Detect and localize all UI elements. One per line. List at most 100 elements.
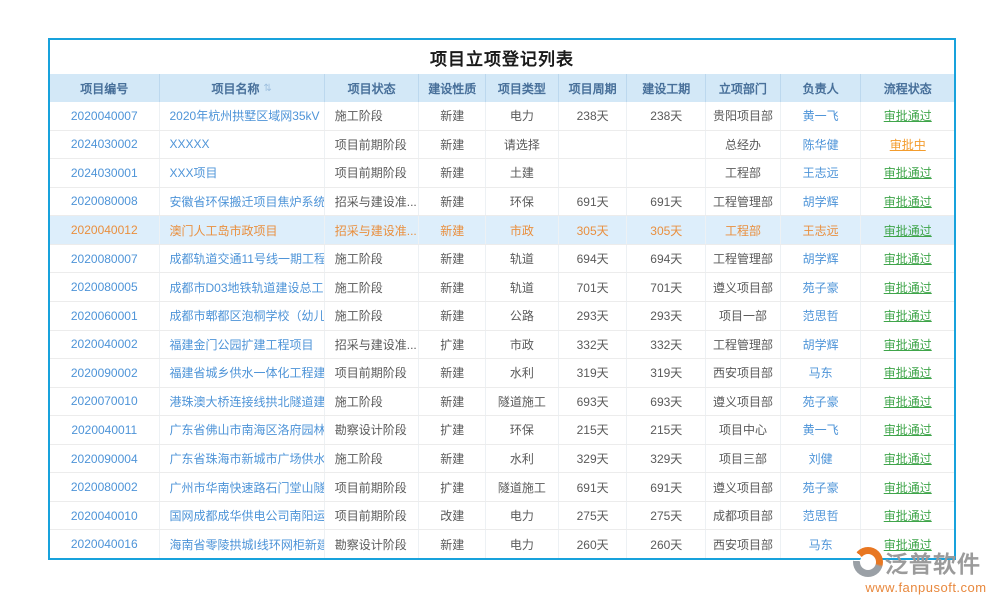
table-row[interactable]: 2020080008安徽省环保搬迁项目焦炉系统工程...招采与建设准...新建环… — [50, 188, 954, 217]
cell-no[interactable]: 2020080007 — [50, 245, 160, 273]
cell-nature: 新建 — [419, 131, 486, 159]
cell-owner[interactable]: 黄一飞 — [781, 416, 862, 444]
cell-name[interactable]: 成都市D03地铁轨道建设总工程项目 — [160, 273, 325, 301]
cell-owner[interactable]: 范思哲 — [781, 302, 862, 330]
cell-nature: 新建 — [419, 530, 486, 558]
table-row[interactable]: 2020080005成都市D03地铁轨道建设总工程项目施工阶段新建轨道701天7… — [50, 273, 954, 302]
cell-name[interactable]: 广州市华南快速路石门堂山隧道扩... — [160, 473, 325, 501]
cell-owner[interactable]: 胡学辉 — [781, 188, 862, 216]
cell-nature: 新建 — [419, 159, 486, 187]
table-row[interactable]: 2024030002XXXXX项目前期阶段新建请选择总经办陈华健审批中 — [50, 131, 954, 160]
cell-name[interactable]: 福建省城乡供水一体化工程建设项目 — [160, 359, 325, 387]
cell-owner[interactable]: 苑子豪 — [781, 273, 862, 301]
cell-type: 隧道施工 — [486, 388, 559, 416]
cell-no[interactable]: 2020090002 — [50, 359, 160, 387]
table-row[interactable]: 2020060001成都市郫都区泡桐学校（幼儿园）...施工阶段新建公路293天… — [50, 302, 954, 331]
cell-dept: 贵阳项目部 — [706, 102, 781, 130]
cell-no[interactable]: 2020080002 — [50, 473, 160, 501]
table-row[interactable]: 2020090004广东省珠海市新城市广场供水项目施工阶段新建水利329天329… — [50, 445, 954, 474]
cell-no[interactable]: 2020040007 — [50, 102, 160, 130]
cell-duration — [627, 131, 706, 159]
cell-type: 土建 — [486, 159, 559, 187]
cell-flow[interactable]: 审批通过 — [861, 502, 954, 530]
cell-name[interactable]: 成都市郫都区泡桐学校（幼儿园）... — [160, 302, 325, 330]
cell-flow[interactable]: 审批通过 — [861, 473, 954, 501]
table-row[interactable]: 2020040012澳门人工岛市政项目招采与建设准...新建市政305天305天… — [50, 216, 954, 245]
cell-no[interactable]: 2020070010 — [50, 388, 160, 416]
table-row[interactable]: 2020040011广东省佛山市南海区洛府园林环保...勘察设计阶段扩建环保21… — [50, 416, 954, 445]
cell-name[interactable]: 广东省佛山市南海区洛府园林环保... — [160, 416, 325, 444]
table-row[interactable]: 2020040002福建金门公园扩建工程项目招采与建设准...扩建市政332天3… — [50, 331, 954, 360]
table-row[interactable]: 2020070010港珠澳大桥连接线拱北隧道建设工...施工阶段新建隧道施工69… — [50, 388, 954, 417]
column-header-name[interactable]: 项目名称⇅ — [160, 74, 325, 102]
cell-name[interactable]: 海南省零陵拱城I线环网柜新建工程 — [160, 530, 325, 558]
cell-name[interactable]: XXX项目 — [160, 159, 325, 187]
cell-flow[interactable]: 审批通过 — [861, 388, 954, 416]
cell-no[interactable]: 2020040016 — [50, 530, 160, 558]
cell-name[interactable]: 澳门人工岛市政项目 — [160, 216, 325, 244]
cell-flow[interactable]: 审批通过 — [861, 188, 954, 216]
cell-owner[interactable]: 范思哲 — [781, 502, 862, 530]
cell-nature: 新建 — [419, 388, 486, 416]
cell-no[interactable]: 2020040012 — [50, 216, 160, 244]
cell-no[interactable]: 2020060001 — [50, 302, 160, 330]
cell-name[interactable]: XXXXX — [160, 131, 325, 159]
cell-owner[interactable]: 王志远 — [781, 216, 862, 244]
cell-type: 电力 — [486, 530, 559, 558]
cell-name[interactable]: 成都轨道交通11号线一期工程投融... — [160, 245, 325, 273]
cell-duration: 293天 — [627, 302, 706, 330]
cell-no[interactable]: 2020080005 — [50, 273, 160, 301]
cell-owner[interactable]: 马东 — [781, 359, 862, 387]
column-header-label: 项目类型 — [498, 80, 546, 97]
cell-owner[interactable]: 苑子豪 — [781, 388, 862, 416]
cell-flow[interactable]: 审批中 — [861, 131, 954, 159]
cell-flow[interactable]: 审批通过 — [861, 273, 954, 301]
table-row[interactable]: 2020080007成都轨道交通11号线一期工程投融...施工阶段新建轨道694… — [50, 245, 954, 274]
cell-no[interactable]: 2024030002 — [50, 131, 160, 159]
cell-flow[interactable]: 审批通过 — [861, 445, 954, 473]
cell-flow[interactable]: 审批通过 — [861, 302, 954, 330]
table-row[interactable]: 2020090002福建省城乡供水一体化工程建设项目项目前期阶段新建水利319天… — [50, 359, 954, 388]
cell-name[interactable]: 广东省珠海市新城市广场供水项目 — [160, 445, 325, 473]
cell-no[interactable]: 2020040002 — [50, 331, 160, 359]
table-row[interactable]: 2020040010国网成都成华供电公司南阳运输有...项目前期阶段改建电力27… — [50, 502, 954, 531]
cell-flow[interactable]: 审批通过 — [861, 416, 954, 444]
cell-owner[interactable]: 胡学辉 — [781, 331, 862, 359]
table-row[interactable]: 2024030001XXX项目项目前期阶段新建土建工程部王志远审批通过 — [50, 159, 954, 188]
cell-type: 市政 — [486, 216, 559, 244]
cell-flow[interactable]: 审批通过 — [861, 102, 954, 130]
table-row[interactable]: 20200400072020年杭州拱墅区域网35kV（第...施工阶段新建电力2… — [50, 102, 954, 131]
cell-no[interactable]: 2020090004 — [50, 445, 160, 473]
cell-no[interactable]: 2020040011 — [50, 416, 160, 444]
cell-no[interactable]: 2020040010 — [50, 502, 160, 530]
table-row[interactable]: 2020040016海南省零陵拱城I线环网柜新建工程勘察设计阶段新建电力260天… — [50, 530, 954, 558]
cell-flow[interactable]: 审批通过 — [861, 359, 954, 387]
cell-name[interactable]: 安徽省环保搬迁项目焦炉系统工程... — [160, 188, 325, 216]
cell-owner[interactable]: 王志远 — [781, 159, 862, 187]
cell-owner[interactable]: 陈华健 — [781, 131, 862, 159]
cell-name[interactable]: 国网成都成华供电公司南阳运输有... — [160, 502, 325, 530]
table-row[interactable]: 2020080002广州市华南快速路石门堂山隧道扩...项目前期阶段扩建隧道施工… — [50, 473, 954, 502]
cell-dept: 总经办 — [706, 131, 781, 159]
cell-flow[interactable]: 审批通过 — [861, 331, 954, 359]
cell-owner[interactable]: 苑子豪 — [781, 473, 862, 501]
cell-duration: 693天 — [627, 388, 706, 416]
cell-no[interactable]: 2024030001 — [50, 159, 160, 187]
cell-status: 招采与建设准... — [325, 188, 420, 216]
cell-flow[interactable]: 审批通过 — [861, 159, 954, 187]
sort-icon[interactable]: ⇅ — [263, 83, 271, 94]
cell-name[interactable]: 福建金门公园扩建工程项目 — [160, 331, 325, 359]
cell-owner[interactable]: 黄一飞 — [781, 102, 862, 130]
cell-owner[interactable]: 胡学辉 — [781, 245, 862, 273]
cell-name[interactable]: 2020年杭州拱墅区域网35kV（第... — [160, 102, 325, 130]
cell-nature: 新建 — [419, 273, 486, 301]
column-header-no: 项目编号 — [50, 74, 160, 102]
cell-no[interactable]: 2020080008 — [50, 188, 160, 216]
cell-owner[interactable]: 马东 — [781, 530, 862, 558]
cell-flow[interactable]: 审批通过 — [861, 216, 954, 244]
cell-cycle — [559, 131, 628, 159]
cell-owner[interactable]: 刘健 — [781, 445, 862, 473]
cell-name[interactable]: 港珠澳大桥连接线拱北隧道建设工... — [160, 388, 325, 416]
cell-flow[interactable]: 审批通过 — [861, 245, 954, 273]
fanpu-logo-text: 泛普软件 — [885, 545, 981, 579]
